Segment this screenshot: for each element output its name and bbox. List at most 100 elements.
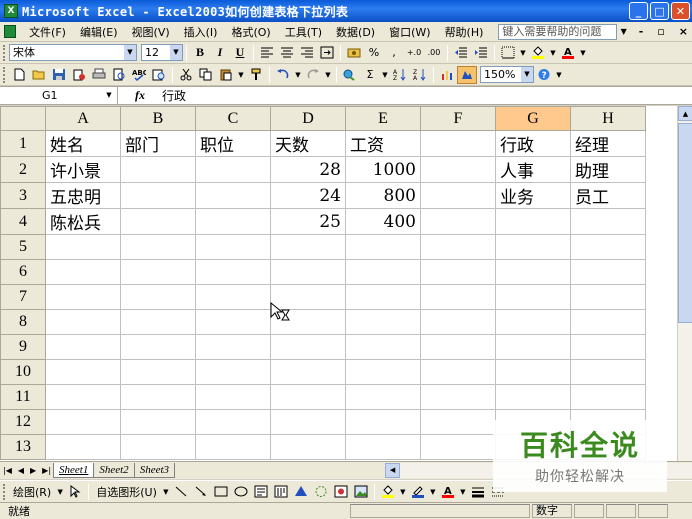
cell-c11[interactable]	[195, 384, 271, 410]
decrease-decimal-button[interactable]: .00	[424, 44, 444, 62]
cell-g7[interactable]	[495, 284, 571, 310]
name-box[interactable]: G1 ▼	[0, 87, 118, 104]
cell-d9[interactable]	[270, 334, 346, 360]
format-painter-button[interactable]	[246, 66, 266, 84]
undo-button[interactable]	[273, 66, 293, 84]
font-size-select[interactable]: 12 ▼	[141, 44, 183, 61]
cell-g4[interactable]	[495, 208, 571, 235]
scroll-up-icon[interactable]: ▲	[678, 106, 692, 121]
cell-h7[interactable]	[570, 284, 646, 310]
cell-h10[interactable]	[570, 359, 646, 385]
cell-b7[interactable]	[120, 284, 196, 310]
cell-d13[interactable]	[270, 434, 346, 460]
help-button[interactable]: ?	[534, 66, 554, 84]
menu-format[interactable]: 格式(O)	[224, 24, 277, 40]
cell-e11[interactable]	[345, 384, 421, 410]
excel-app-icon[interactable]: X	[4, 4, 18, 18]
cell-b13[interactable]	[120, 434, 196, 460]
cell-a2[interactable]: 许小景	[45, 156, 121, 183]
cell-a12[interactable]	[45, 409, 121, 435]
cell-a8[interactable]	[45, 309, 121, 335]
toolbar-grip[interactable]	[3, 44, 6, 61]
cell-a10[interactable]	[45, 359, 121, 385]
underline-button[interactable]: U	[230, 44, 250, 62]
row-header[interactable]: 4	[0, 208, 46, 235]
open-button[interactable]	[29, 66, 49, 84]
cell-a5[interactable]	[45, 234, 121, 260]
paste-button[interactable]	[216, 66, 236, 84]
prev-sheet-icon[interactable]: ◀	[15, 466, 27, 475]
cell-a1[interactable]: 姓名	[45, 130, 121, 157]
help-question-input[interactable]: 键入需要帮助的问题	[498, 23, 617, 40]
menu-file[interactable]: 文件(F)	[22, 24, 73, 40]
cell-d5[interactable]	[270, 234, 346, 260]
doc-close-button[interactable]: ×	[675, 25, 692, 38]
cell-c9[interactable]	[195, 334, 271, 360]
cell-f12[interactable]	[420, 409, 496, 435]
cell-g10[interactable]	[495, 359, 571, 385]
row-header[interactable]: 5	[0, 234, 46, 260]
menu-help[interactable]: 帮助(H)	[438, 24, 491, 40]
cell-b5[interactable]	[120, 234, 196, 260]
cell-a13[interactable]	[45, 434, 121, 460]
cell-d11[interactable]	[270, 384, 346, 410]
cell-a11[interactable]	[45, 384, 121, 410]
insert-picture-button[interactable]	[351, 483, 371, 501]
new-button[interactable]	[9, 66, 29, 84]
cell-c12[interactable]	[195, 409, 271, 435]
cell-f4[interactable]	[420, 208, 496, 235]
draw-font-color-dropdown-icon[interactable]: ▼	[458, 483, 468, 501]
column-header-selected[interactable]: G	[495, 106, 571, 131]
column-header[interactable]: B	[120, 106, 196, 131]
cell-b8[interactable]	[120, 309, 196, 335]
cell-f8[interactable]	[420, 309, 496, 335]
sort-descending-button[interactable]: ZA	[410, 66, 430, 84]
copy-button[interactable]	[196, 66, 216, 84]
increase-indent-button[interactable]	[471, 44, 491, 62]
close-button[interactable]: ✕	[671, 2, 690, 20]
borders-button[interactable]	[498, 44, 518, 62]
next-sheet-icon[interactable]: ▶	[27, 466, 39, 475]
cell-h3[interactable]: 员工	[570, 182, 646, 209]
column-header[interactable]: A	[45, 106, 121, 131]
cell-h5[interactable]	[570, 234, 646, 260]
select-all-corner[interactable]	[0, 106, 46, 131]
doc-restore-button[interactable]: ▫	[653, 25, 668, 38]
sheet-tab-3[interactable]: Sheet3	[133, 463, 176, 478]
cell-b6[interactable]	[120, 259, 196, 285]
cell-h6[interactable]	[570, 259, 646, 285]
help-dropdown-icon[interactable]: ▼	[554, 66, 564, 84]
workbook-icon[interactable]	[4, 25, 17, 38]
borders-dropdown-icon[interactable]: ▼	[518, 44, 528, 62]
menu-window[interactable]: 窗口(W)	[382, 24, 437, 40]
rectangle-tool-button[interactable]	[211, 483, 231, 501]
cell-c2[interactable]	[195, 156, 271, 183]
row-header[interactable]: 12	[0, 409, 46, 435]
line-style-button[interactable]	[468, 483, 488, 501]
sheet-tab-1[interactable]: Sheet1	[53, 463, 95, 478]
scroll-left-icon[interactable]: ◀	[385, 463, 401, 478]
column-header[interactable]: F	[420, 106, 496, 131]
fill-color-button[interactable]	[528, 44, 548, 62]
cell-h11[interactable]	[570, 384, 646, 410]
cell-e2[interactable]: 1000	[345, 156, 421, 183]
cell-c10[interactable]	[195, 359, 271, 385]
cell-e7[interactable]	[345, 284, 421, 310]
chart-wizard-button[interactable]	[437, 66, 457, 84]
row-header[interactable]: 3	[0, 182, 46, 209]
cell-f1[interactable]	[420, 130, 496, 157]
cell-c1[interactable]: 职位	[195, 130, 271, 157]
row-header[interactable]: 11	[0, 384, 46, 410]
column-header[interactable]: C	[195, 106, 271, 131]
autoshapes-button[interactable]: 自选图形(U)	[92, 484, 161, 500]
worksheet-grid[interactable]: A B C D E F G H 1 姓名 部门 职位 天数 工资 行政 经理 2 许小景 28 100…	[0, 106, 692, 461]
sort-ascending-button[interactable]: AZ	[390, 66, 410, 84]
vertical-scrollbar[interactable]: ▲	[677, 106, 692, 461]
cell-h9[interactable]	[570, 334, 646, 360]
cell-d4[interactable]: 25	[270, 208, 346, 235]
first-sheet-icon[interactable]: |◀	[0, 466, 15, 475]
row-header[interactable]: 10	[0, 359, 46, 385]
help-dropdown-icon[interactable]: ▼	[619, 24, 629, 40]
cell-c13[interactable]	[195, 434, 271, 460]
cell-f6[interactable]	[420, 259, 496, 285]
